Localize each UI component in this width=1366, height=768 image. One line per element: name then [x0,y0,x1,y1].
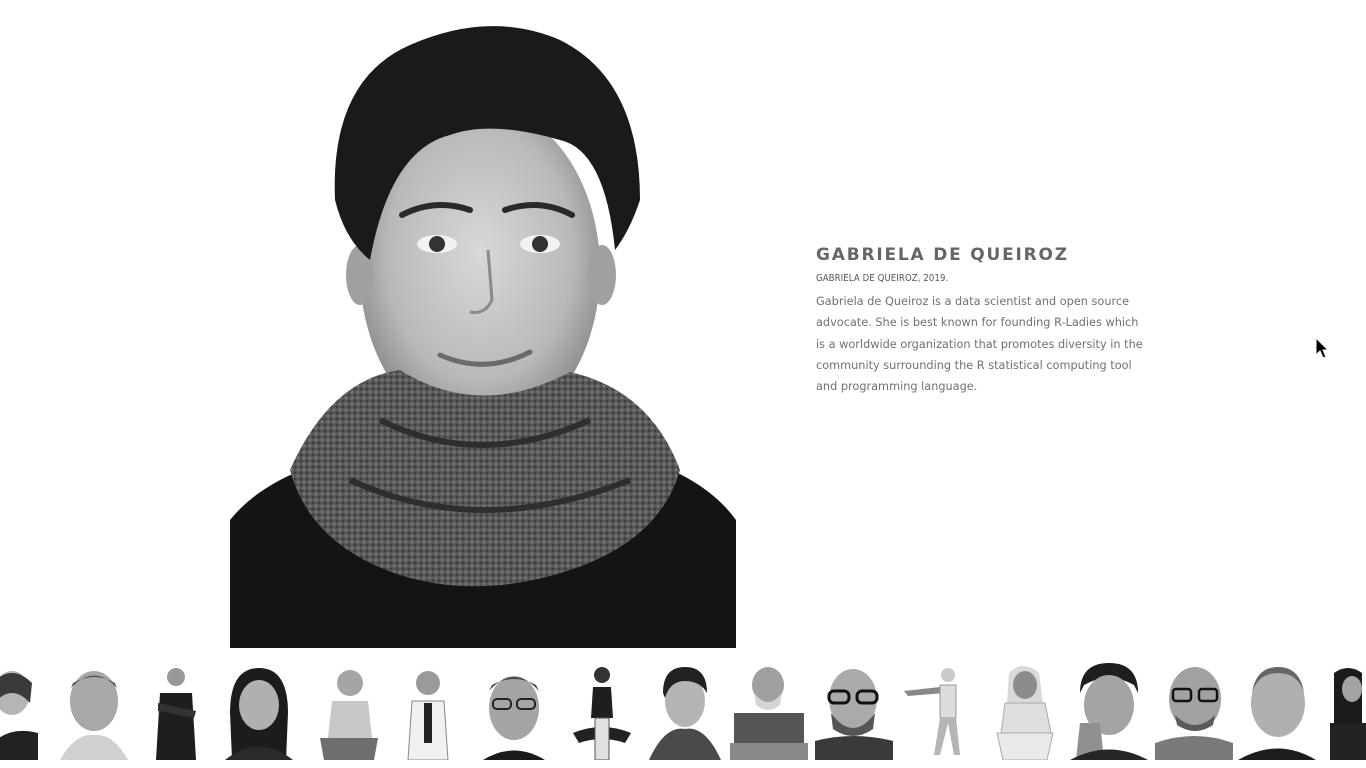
thumbnail-12[interactable] [900,663,978,760]
featured-caption: GABRIELA DE QUEIROZ, 2019. [816,273,949,284]
thumbnail-13[interactable] [985,663,1063,760]
thumbnail-15[interactable] [1155,663,1233,760]
thumbnail-10[interactable] [730,663,808,760]
thumbnail-7[interactable] [478,663,556,760]
featured-bio: Gabriela de Queiroz is a data scientist … [816,295,1143,394]
featured-name: GABRIELA DE QUEIROZ [816,245,1069,265]
thumbnail-16[interactable] [1238,663,1316,760]
thumbnail-11[interactable] [815,663,893,760]
thumbnail-3[interactable] [140,663,218,760]
thumbnail-2[interactable] [55,663,133,760]
thumbnail-strip[interactable] [0,663,1366,768]
gallery-page: GABRIELA DE QUEIROZ GABRIELA DE QUEIROZ,… [0,0,1366,768]
thumbnail-1[interactable] [0,663,38,760]
featured-info: GABRIELA DE QUEIROZ GABRIELA DE QUEIROZ,… [816,244,1146,397]
thumbnail-6[interactable] [398,663,476,760]
mouse-cursor-icon [1315,337,1329,359]
thumbnail-14[interactable] [1070,663,1148,760]
thumbnail-4[interactable] [220,663,298,760]
thumbnail-8[interactable] [565,663,643,760]
thumbnail-9[interactable] [645,663,723,760]
portrait-photo-icon [230,0,736,648]
featured-portrait [230,0,736,648]
thumbnail-17[interactable] [1322,663,1366,760]
thumbnail-5[interactable] [310,663,388,760]
